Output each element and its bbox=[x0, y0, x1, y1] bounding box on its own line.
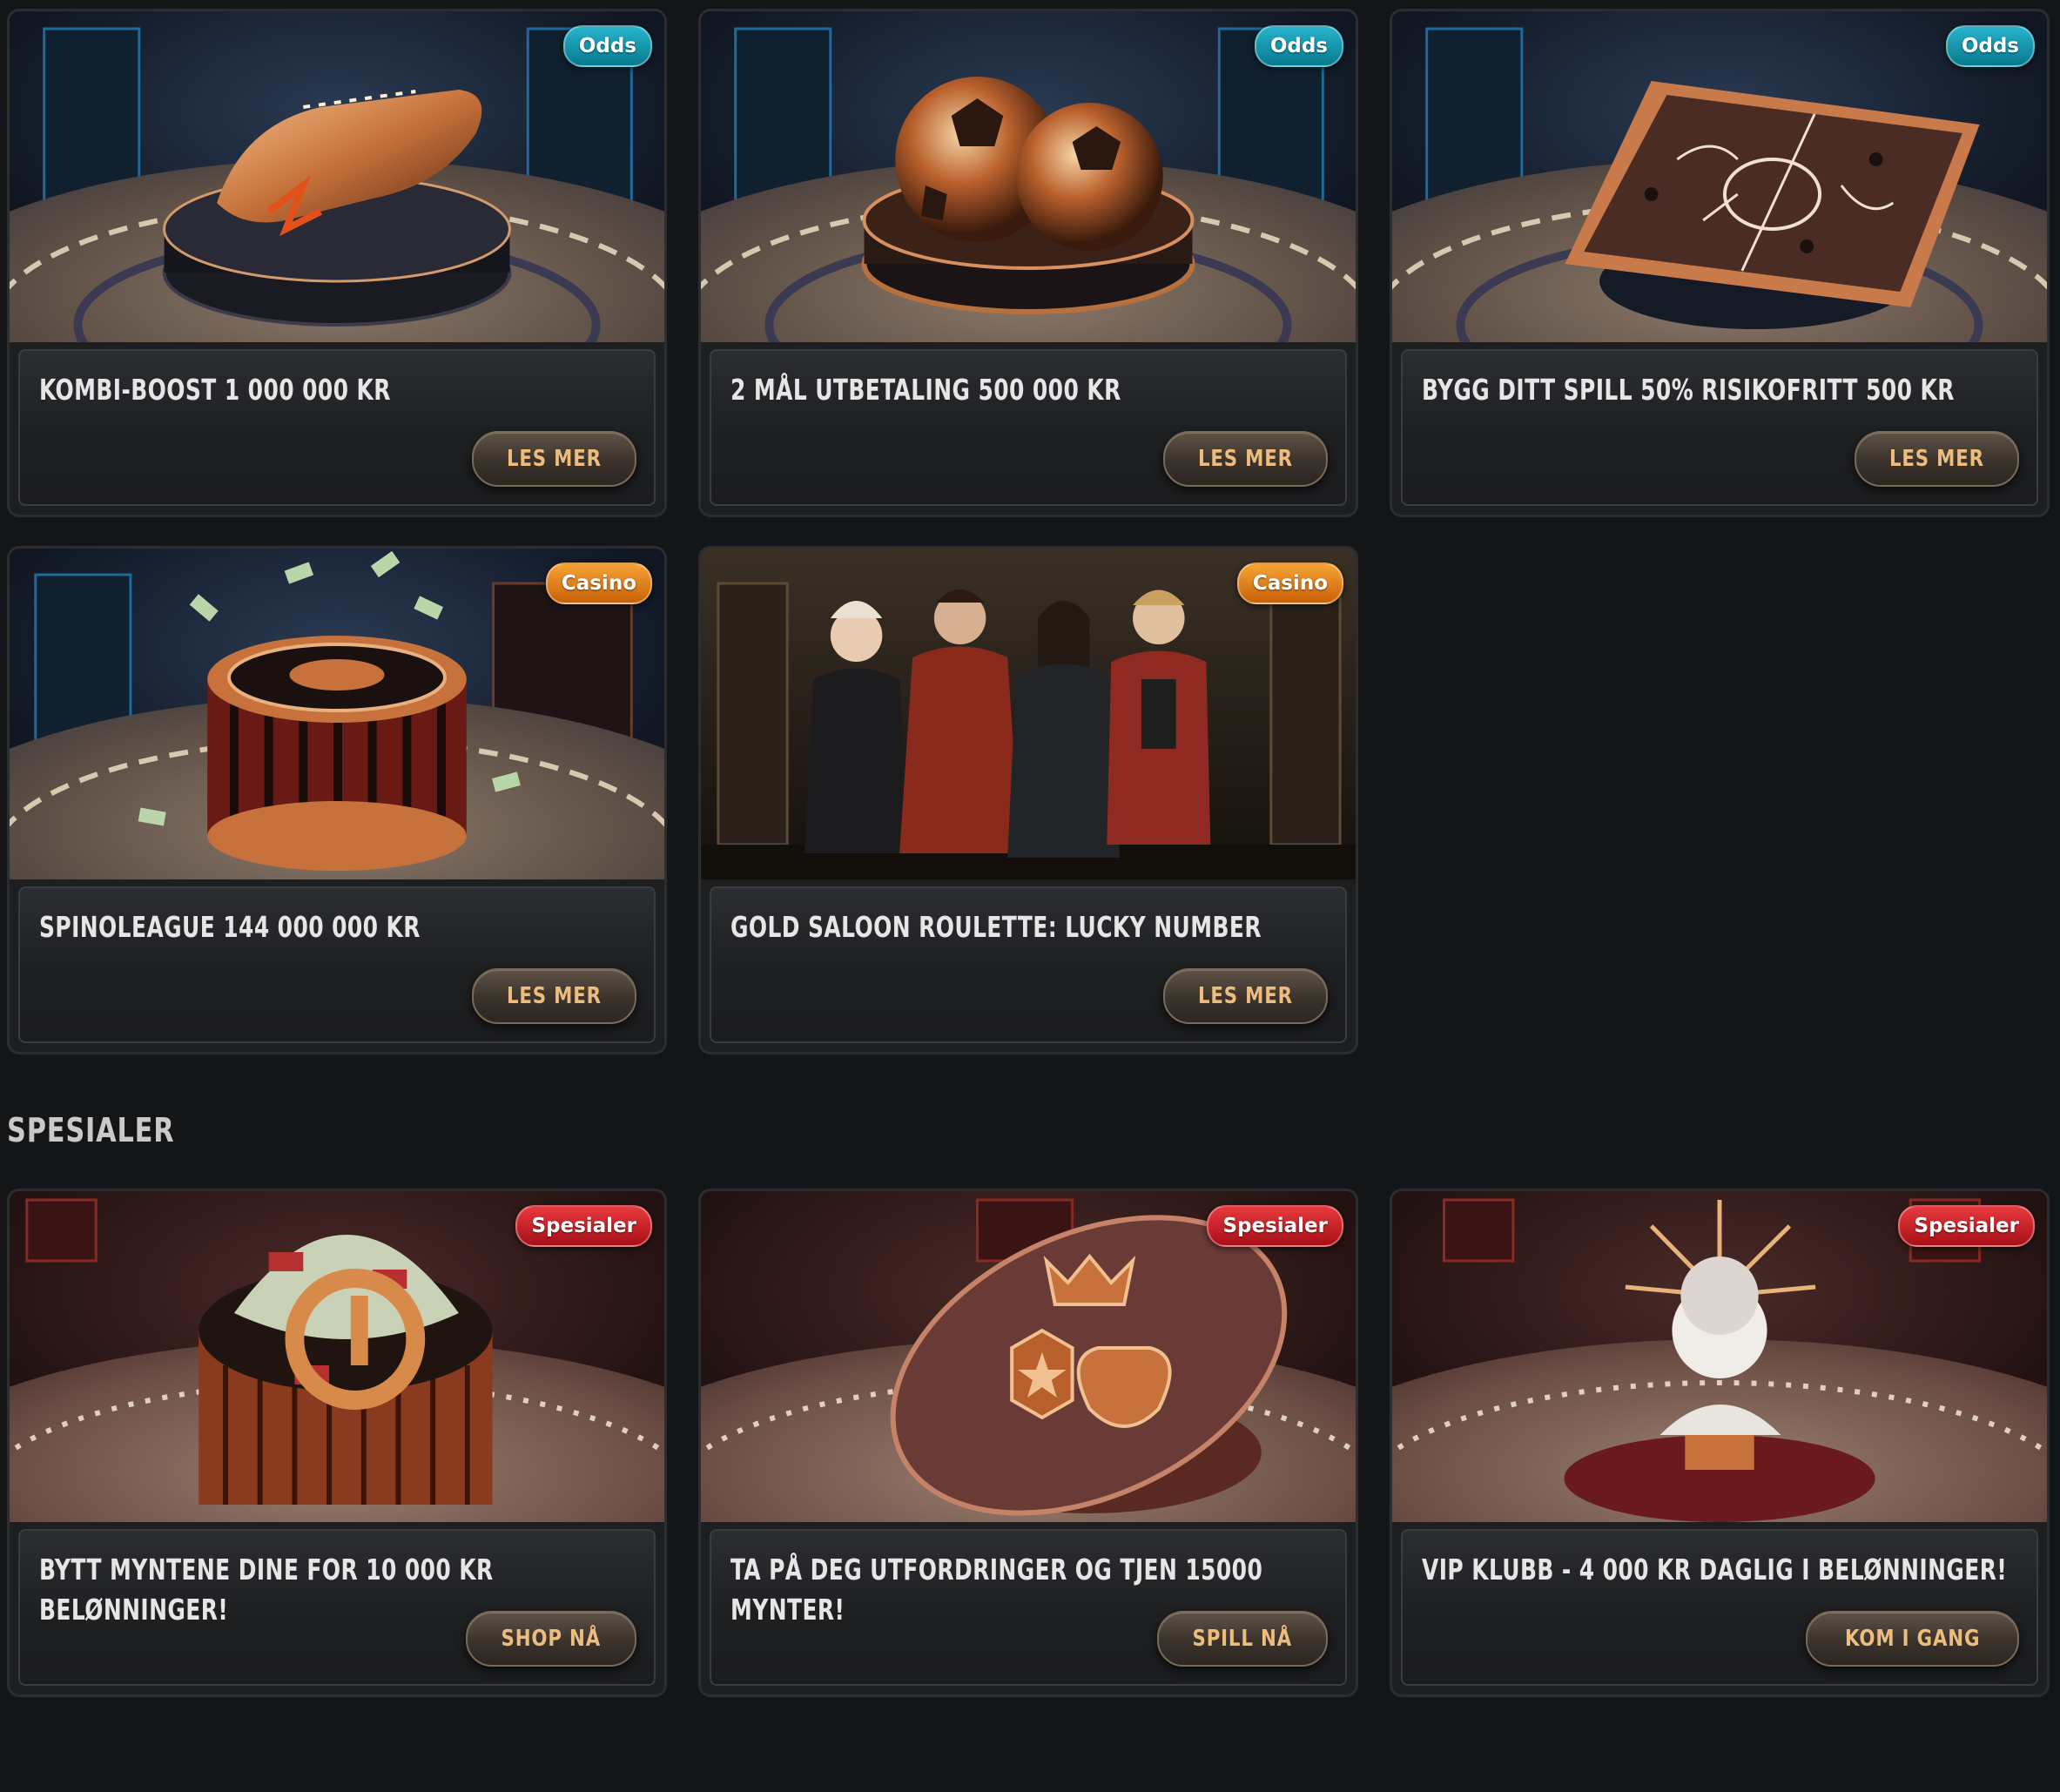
read-more-button[interactable]: LES MER bbox=[1855, 431, 2019, 487]
button-label: SHOP NÅ bbox=[501, 1626, 602, 1652]
promo-title: SPINOLEAGUE 144 000 000 KR bbox=[39, 910, 421, 944]
promo-card-body: BYTT MYNTENE DINE FOR 10 000 KR BELØNNIN… bbox=[18, 1529, 656, 1686]
button-label: LES MER bbox=[1198, 446, 1294, 472]
section-title-spesialer: SPESIALER bbox=[7, 1111, 175, 1149]
promo-title: VIP KLUBB - 4 000 KR DAGLIG I BELØNNINGE… bbox=[1422, 1553, 2008, 1587]
promotions-page: Odds KOMBI-BOOST 1 000 000 KR LES MER Od… bbox=[0, 0, 2060, 1792]
promo-card[interactable]: Casino SPINOLEAGUE 144 000 000 KR LES ME… bbox=[7, 546, 667, 1054]
read-more-button[interactable]: LES MER bbox=[472, 431, 636, 487]
button-label: LES MER bbox=[1889, 446, 1985, 472]
promo-title: 2 MÅL UTBETALING 500 000 KR bbox=[730, 373, 1121, 407]
promo-card-body: BYGG DITT SPILL 50% RISIKOFRITT 500 KR L… bbox=[1401, 349, 2038, 506]
spesialer-badge: Spesialer bbox=[515, 1205, 652, 1247]
button-label: LES MER bbox=[1198, 983, 1294, 1009]
promo-card-body: KOMBI-BOOST 1 000 000 KR LES MER bbox=[18, 349, 656, 506]
promo-card-body: SPINOLEAGUE 144 000 000 KR LES MER bbox=[18, 886, 656, 1043]
odds-badge: Odds bbox=[1254, 25, 1343, 67]
read-more-button[interactable]: LES MER bbox=[1163, 431, 1328, 487]
play-now-button[interactable]: SPILL NÅ bbox=[1157, 1611, 1328, 1667]
odds-badge: Odds bbox=[562, 25, 652, 67]
spesialer-badge: Spesialer bbox=[1207, 1205, 1343, 1247]
promo-card-body: VIP KLUBB - 4 000 KR DAGLIG I BELØNNINGE… bbox=[1401, 1529, 2038, 1686]
promo-title: KOMBI-BOOST 1 000 000 KR bbox=[39, 373, 391, 407]
promo-card[interactable]: Odds KOMBI-BOOST 1 000 000 KR LES MER bbox=[7, 9, 667, 517]
promo-card-body: TA PÅ DEG UTFORDRINGER OG TJEN 15000 MYN… bbox=[710, 1529, 1347, 1686]
promo-image-golden-boot bbox=[10, 11, 664, 342]
promo-card[interactable]: Odds 2 MÅL UTBETALING 500 000 KR LES MER bbox=[698, 9, 1358, 517]
promo-title: BYGG DITT SPILL 50% RISIKOFRITT 500 KR bbox=[1422, 373, 1955, 407]
get-started-button[interactable]: KOM I GANG bbox=[1805, 1611, 2019, 1667]
button-label: LES MER bbox=[507, 446, 603, 472]
shop-now-button[interactable]: SHOP NÅ bbox=[466, 1611, 636, 1667]
promo-image-footballs bbox=[701, 11, 1356, 342]
read-more-button[interactable]: LES MER bbox=[472, 968, 636, 1024]
promo-card[interactable]: Casino GOLD SALOON ROULETTE: LUCKY NUMBE… bbox=[698, 546, 1358, 1054]
promo-title: GOLD SALOON ROULETTE: LUCKY NUMBER bbox=[730, 910, 1262, 944]
button-label: SPILL NÅ bbox=[1193, 1626, 1293, 1652]
promo-image-tactics-board bbox=[1392, 11, 2047, 342]
promo-card-body: GOLD SALOON ROULETTE: LUCKY NUMBER LES M… bbox=[710, 886, 1347, 1043]
promo-card-body: 2 MÅL UTBETALING 500 000 KR LES MER bbox=[710, 349, 1347, 506]
promo-card[interactable]: Odds BYGG DITT SPILL 50% RISIKOFRITT 500… bbox=[1390, 9, 2050, 517]
odds-badge: Odds bbox=[1945, 25, 2035, 67]
promo-card[interactable]: Spesialer TA PÅ DEG UTFORDRINGER OG TJEN… bbox=[698, 1189, 1358, 1697]
read-more-button[interactable]: LES MER bbox=[1163, 968, 1328, 1024]
promo-card[interactable]: Spesialer VIP KLUBB - 4 000 KR DAGLIG I … bbox=[1390, 1189, 2050, 1697]
spesialer-badge: Spesialer bbox=[1898, 1205, 2035, 1247]
casino-badge: Casino bbox=[1236, 563, 1343, 604]
button-label: KOM I GANG bbox=[1844, 1626, 1980, 1652]
button-label: LES MER bbox=[507, 983, 603, 1009]
casino-badge: Casino bbox=[545, 563, 652, 604]
promo-card[interactable]: Spesialer BYTT MYNTENE DINE FOR 10 000 K… bbox=[7, 1189, 667, 1697]
